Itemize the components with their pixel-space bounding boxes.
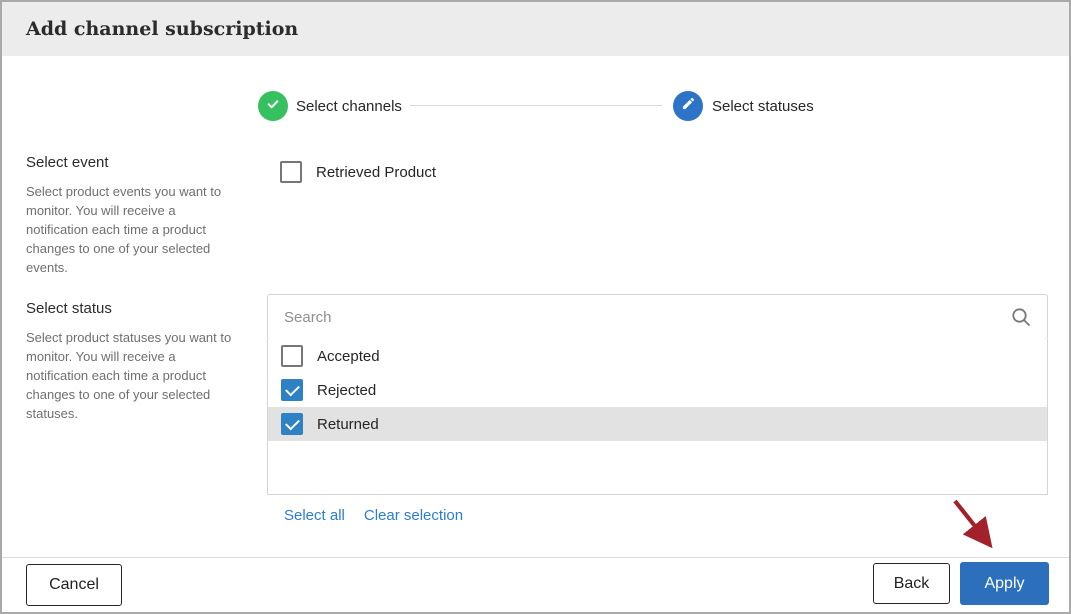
select-status-description: Select product statuses you want to moni… (26, 328, 240, 423)
check-icon (265, 96, 281, 117)
step-select-statuses-label: Select statuses (712, 98, 814, 115)
select-status-heading: Select status (26, 300, 112, 317)
add-channel-subscription-dialog: Add channel subscription Select channels… (0, 0, 1071, 614)
status-search-box (267, 294, 1048, 340)
accepted-checkbox[interactable] (281, 345, 303, 367)
status-row-accepted[interactable]: Accepted (268, 339, 1047, 373)
dialog-title: Add channel subscription (2, 2, 1069, 56)
step-select-statuses-indicator (673, 91, 703, 121)
step-select-channels-label: Select channels (296, 98, 402, 115)
status-search-input[interactable] (268, 295, 1010, 339)
accepted-label: Accepted (317, 348, 380, 365)
event-row-retrieved-product[interactable]: Retrieved Product (280, 161, 436, 183)
step-select-channels-indicator (258, 91, 288, 121)
clear-selection-link[interactable]: Clear selection (364, 507, 463, 524)
select-event-description: Select product events you want to monito… (26, 182, 240, 277)
rejected-label: Rejected (317, 382, 376, 399)
retrieved-product-checkbox[interactable] (280, 161, 302, 183)
select-event-heading: Select event (26, 154, 109, 171)
rejected-checkbox[interactable] (281, 379, 303, 401)
dialog-footer: Cancel Back Apply (2, 557, 1069, 612)
back-button[interactable]: Back (873, 563, 950, 604)
annotation-arrow-icon (946, 496, 1002, 554)
status-list: Accepted Rejected Returned (267, 339, 1048, 495)
pencil-icon (681, 96, 696, 116)
apply-button[interactable]: Apply (960, 562, 1049, 605)
select-all-link[interactable]: Select all (284, 507, 345, 524)
dialog-header: Add channel subscription (2, 2, 1069, 56)
list-links: Select all Clear selection (284, 507, 463, 524)
returned-label: Returned (317, 416, 379, 433)
status-row-rejected[interactable]: Rejected (268, 373, 1047, 407)
stepper-connector-line (410, 105, 662, 106)
cancel-button[interactable]: Cancel (26, 564, 122, 606)
retrieved-product-label: Retrieved Product (316, 164, 436, 181)
status-row-returned[interactable]: Returned (268, 407, 1047, 441)
returned-checkbox[interactable] (281, 413, 303, 435)
search-icon[interactable] (1010, 306, 1032, 328)
